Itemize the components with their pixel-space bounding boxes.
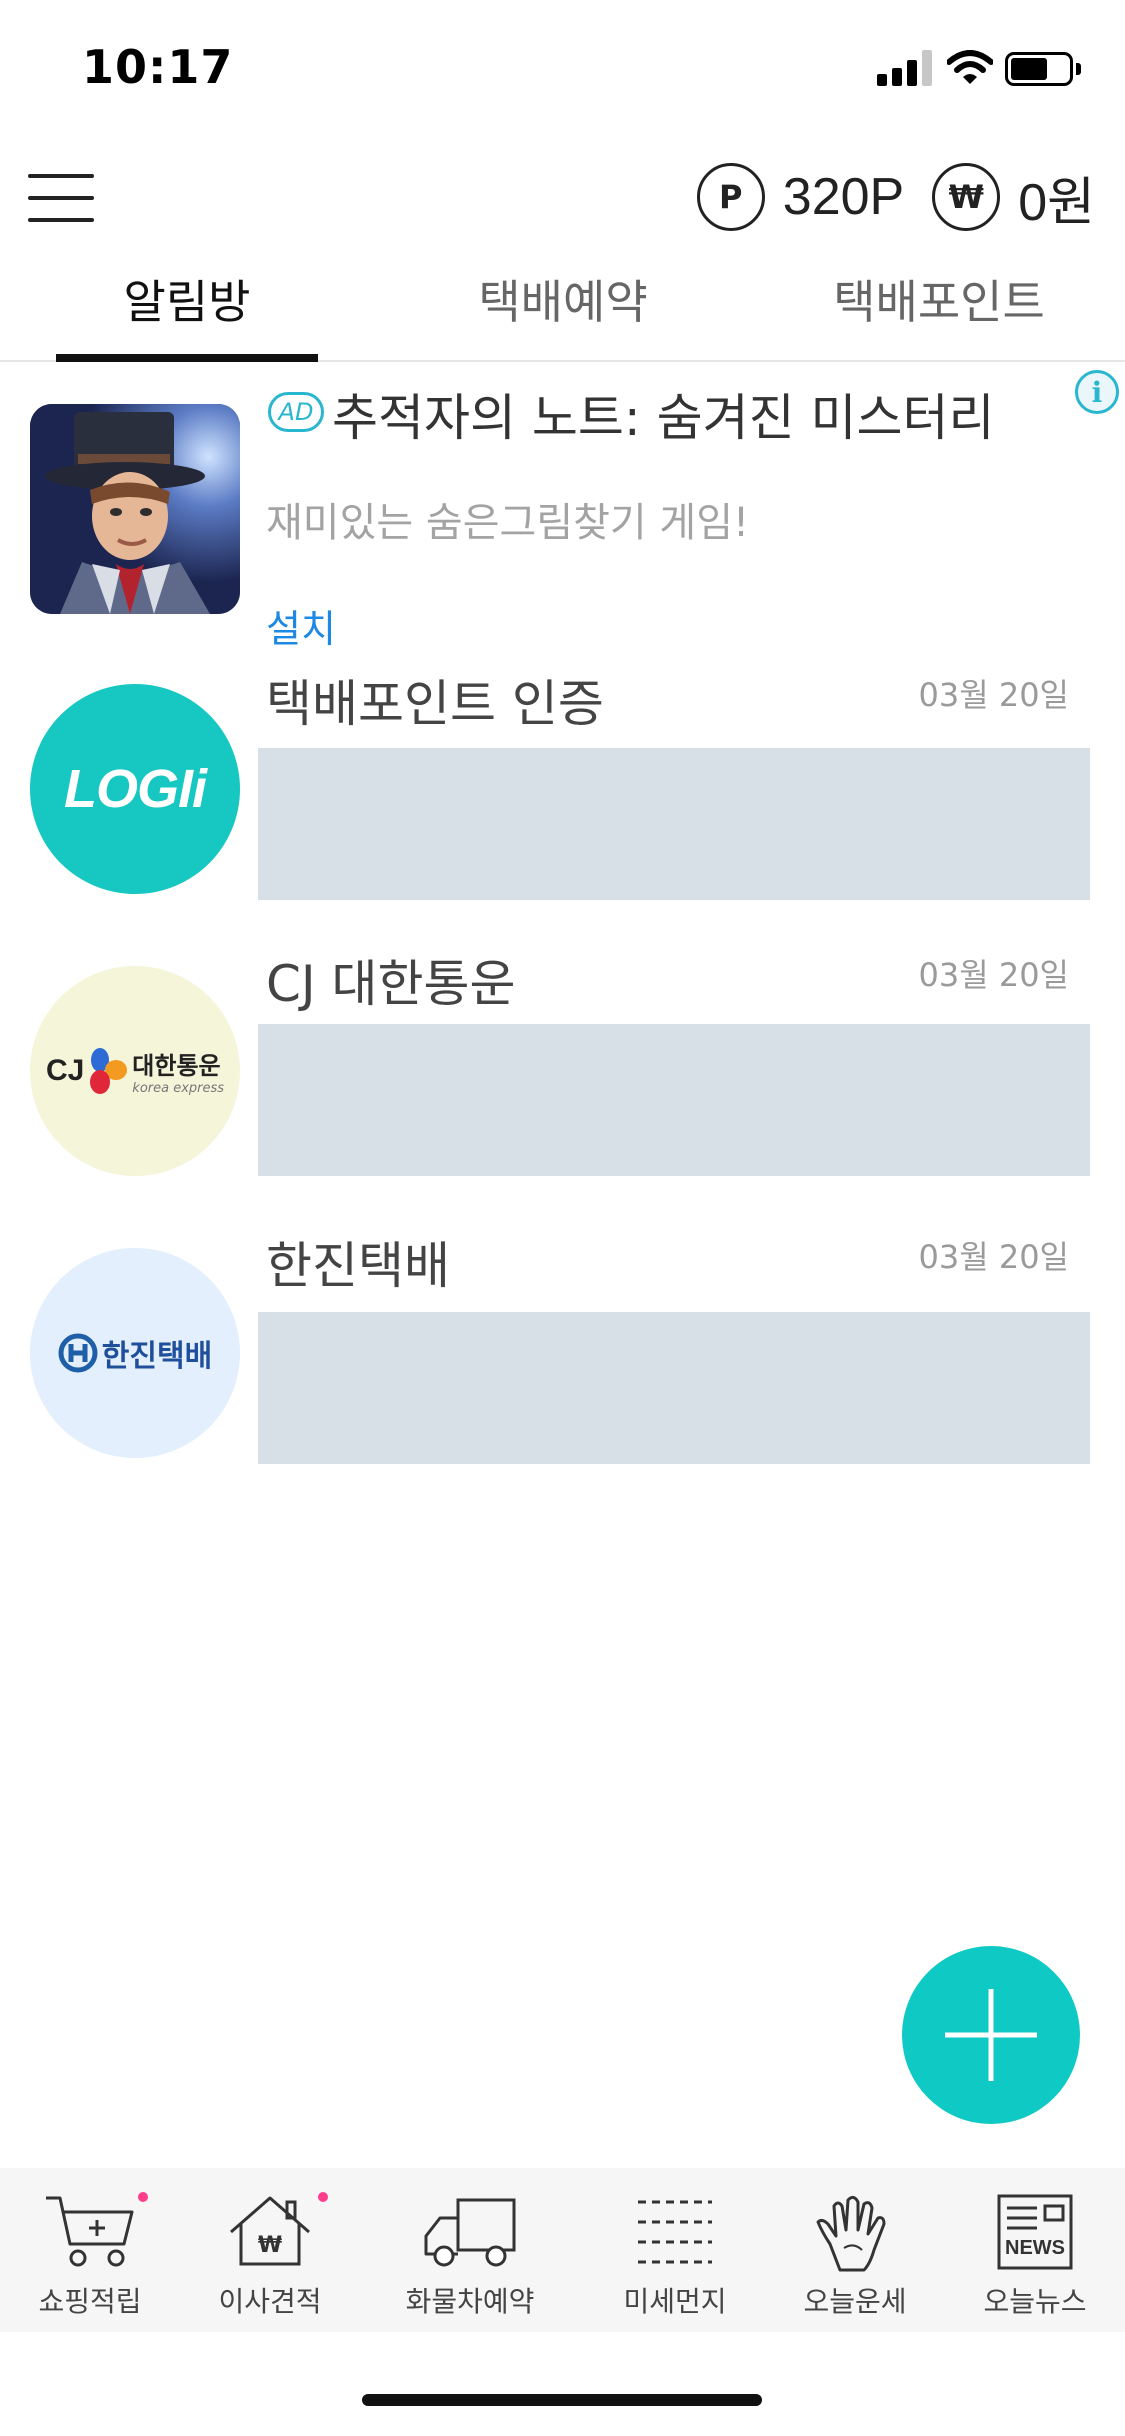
status-bar: 10:17 (0, 0, 1125, 130)
svg-text:NEWS: NEWS (1005, 2237, 1065, 2259)
balance-summary: P 320P ₩ 0원 (696, 162, 1095, 232)
nav-label: 미세먼지 (623, 2285, 727, 2318)
nav-shopping-rewards[interactable]: 쇼핑적립 (0, 2168, 180, 2332)
nav-label: 화물차예약 (405, 2285, 535, 2318)
notice-date: 03월 20일 (918, 1238, 1070, 1276)
logo-text: CJ (45, 1054, 85, 1087)
new-badge-dot (318, 2192, 328, 2202)
active-tab-indicator (56, 354, 318, 362)
house-won-icon: ₩ (230, 2196, 310, 2266)
hanjin-logo-mark: 한진택배 (58, 1331, 212, 1375)
hamburger-menu-button[interactable] (28, 170, 94, 226)
home-indicator (362, 2394, 762, 2406)
ad-banner[interactable]: AD 추적자의 노트: 숨겨진 미스터리 재미있는 숨은그림찾기 게임! 설치 … (0, 364, 1125, 664)
ad-game-thumbnail (30, 404, 240, 614)
tab-bar: 알림방 택배예약 택배포인트 (0, 262, 1125, 362)
dust-icon (638, 2200, 712, 2264)
nav-truck-booking[interactable]: 화물차예약 (380, 2168, 560, 2332)
cart-icon (46, 2196, 134, 2267)
ad-description: 재미있는 숨은그림찾기 게임! (266, 500, 750, 546)
notice-content-placeholder (258, 1312, 1090, 1464)
hanjin-h-icon (58, 1333, 98, 1373)
ad-badge: AD (268, 392, 324, 432)
notice-title: CJ 대한통운 (266, 955, 516, 1013)
news-icon: NEWS (997, 2194, 1073, 2270)
cellular-signal-icon (877, 50, 933, 86)
notice-title: 한진택배 (266, 1237, 450, 1295)
truck-icon (424, 2198, 516, 2267)
point-coin-icon: P (696, 163, 765, 231)
list-item[interactable]: 한진택배 한진택배 03월 20일 (0, 1226, 1125, 1486)
cj-logo-mark: CJ 대한통운 korea express (46, 1046, 224, 1096)
notice-date: 03월 20일 (918, 956, 1070, 994)
tab-delivery-booking[interactable]: 택배예약 (432, 262, 694, 362)
new-badge-dot (138, 2192, 148, 2202)
bottom-navigation: 쇼핑적립 ₩ 이사견적 화물차예약 미세먼지 오늘운세 NEWS 오늘뉴스 (0, 2168, 1125, 2332)
logo-subtext-en: korea express (132, 1081, 225, 1096)
add-floating-button[interactable] (902, 1946, 1080, 2124)
notice-content-placeholder (258, 1024, 1090, 1176)
nav-daily-fortune[interactable]: 오늘운세 (765, 2168, 945, 2332)
point-balance: 320P (782, 168, 905, 226)
nav-label: 오늘운세 (803, 2285, 907, 2318)
cj-petal-icon (90, 1048, 128, 1094)
plus-icon (945, 1989, 1037, 2081)
nav-fine-dust[interactable]: 미세먼지 (585, 2168, 765, 2332)
logo-text: 한진택배 (101, 1339, 213, 1374)
notice-date: 03월 20일 (918, 676, 1070, 714)
nav-label: 이사견적 (218, 2285, 322, 2318)
tab-notifications[interactable]: 알림방 (56, 262, 318, 362)
tab-delivery-points[interactable]: 택배포인트 (808, 262, 1070, 362)
hanjin-logo: 한진택배 (30, 1248, 240, 1458)
logo-text: LOGIi (64, 759, 207, 819)
ad-install-link[interactable]: 설치 (266, 598, 336, 653)
notice-content-placeholder (258, 748, 1090, 900)
nav-daily-news[interactable]: NEWS 오늘뉴스 (945, 2168, 1125, 2332)
svg-text:₩: ₩ (258, 2233, 282, 2258)
status-time: 10:17 (82, 40, 234, 94)
won-balance: 0원 (1018, 173, 1095, 232)
nav-moving-quote[interactable]: ₩ 이사견적 (180, 2168, 360, 2332)
list-item[interactable]: CJ 대한통운 korea express CJ 대한통운 03월 20일 (0, 944, 1125, 1204)
ad-title: 추적자의 노트: 숨겨진 미스터리 (332, 389, 995, 447)
hand-icon (816, 2195, 886, 2272)
notice-title: 택배포인트 인증 (266, 675, 604, 733)
nav-label: 쇼핑적립 (38, 2285, 142, 2318)
battery-icon (1005, 52, 1081, 86)
cj-logo: CJ 대한통운 korea express (30, 966, 240, 1176)
logi-logo: LOGIi (30, 684, 240, 894)
list-item[interactable]: LOGIi 택배포인트 인증 03월 20일 (0, 664, 1125, 924)
ad-info-icon[interactable]: i (1075, 370, 1119, 414)
wifi-icon (947, 50, 993, 84)
won-coin-icon: ₩ (932, 163, 1001, 231)
logo-subtext: 대한통운 (132, 1052, 221, 1080)
app-header: P 320P ₩ 0원 (0, 130, 1125, 260)
nav-label: 오늘뉴스 (983, 2285, 1087, 2318)
